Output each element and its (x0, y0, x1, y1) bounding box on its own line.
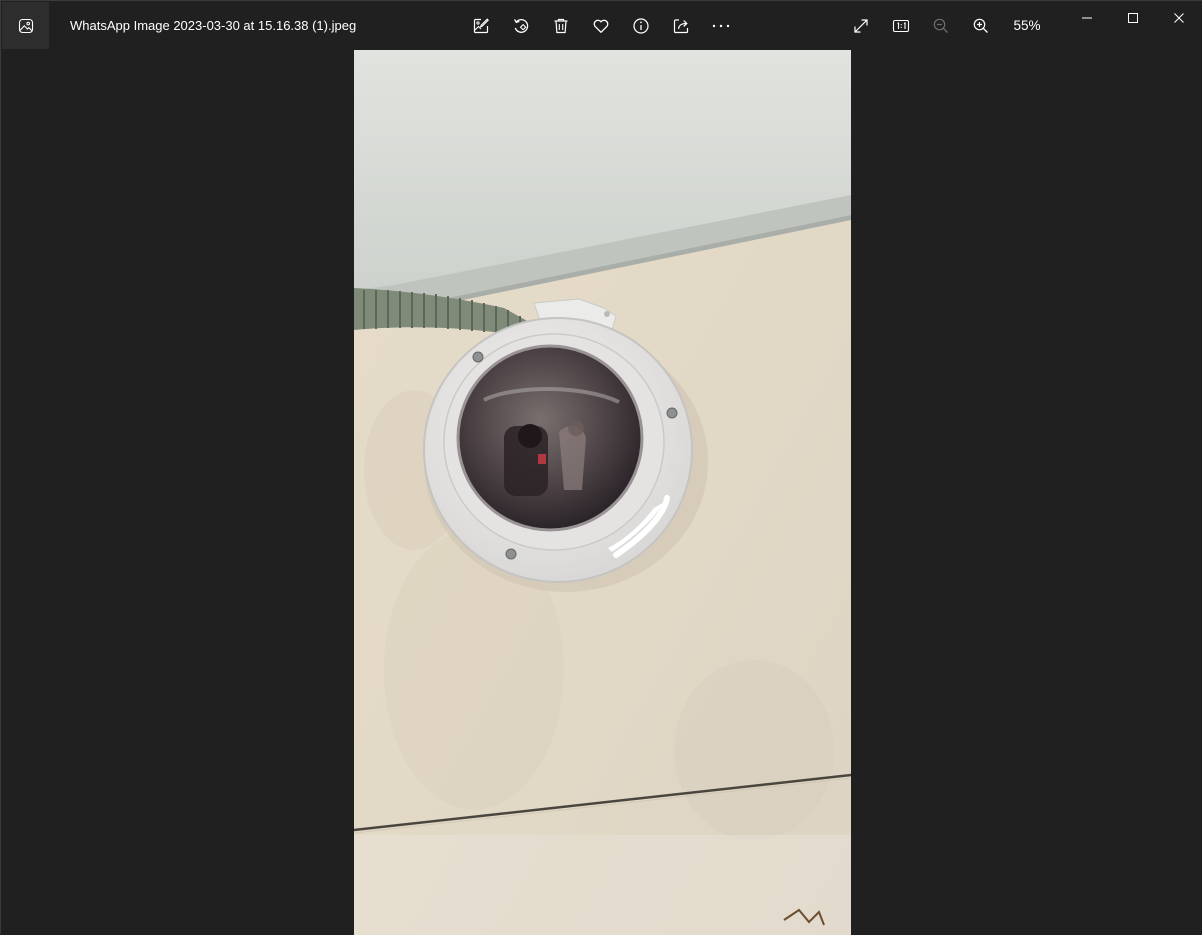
expand-icon (852, 17, 870, 35)
displayed-photo[interactable] (354, 50, 851, 935)
maximize-icon (1127, 12, 1139, 24)
favorite-icon (592, 17, 610, 35)
share-icon (672, 17, 690, 35)
actual-size-icon (892, 17, 910, 35)
zoom-out-button[interactable] (925, 10, 957, 42)
delete-icon (552, 17, 570, 35)
more-options-icon (711, 17, 731, 35)
app-gallery-button[interactable] (2, 2, 49, 49)
photos-app-icon (18, 18, 34, 34)
zoom-in-icon (972, 17, 990, 35)
fullscreen-button[interactable] (845, 10, 877, 42)
zoom-out-icon (932, 17, 950, 35)
close-icon (1173, 12, 1185, 24)
delete-button[interactable] (545, 10, 577, 42)
share-button[interactable] (665, 10, 697, 42)
photo-illustration (354, 50, 851, 935)
file-info-icon (632, 17, 650, 35)
minimize-button[interactable] (1064, 1, 1110, 35)
photos-app-window: WhatsApp Image 2023-03-30 at 15.16.38 (1… (0, 0, 1202, 935)
more-options-button[interactable] (705, 10, 737, 42)
edit-image-icon (472, 17, 490, 35)
minimize-icon (1081, 12, 1093, 24)
edit-image-button[interactable] (465, 10, 497, 42)
actual-size-button[interactable] (885, 10, 917, 42)
close-button[interactable] (1156, 1, 1202, 35)
title-bar: WhatsApp Image 2023-03-30 at 15.16.38 (1… (1, 1, 1202, 50)
favorite-button[interactable] (585, 10, 617, 42)
rotate-button[interactable] (505, 10, 537, 42)
maximize-button[interactable] (1110, 1, 1156, 35)
window-title: WhatsApp Image 2023-03-30 at 15.16.38 (1… (70, 18, 357, 33)
zoom-level-button[interactable]: 55% (1001, 16, 1053, 36)
rotate-icon (512, 17, 530, 35)
zoom-in-button[interactable] (965, 10, 997, 42)
file-info-button[interactable] (625, 10, 657, 42)
